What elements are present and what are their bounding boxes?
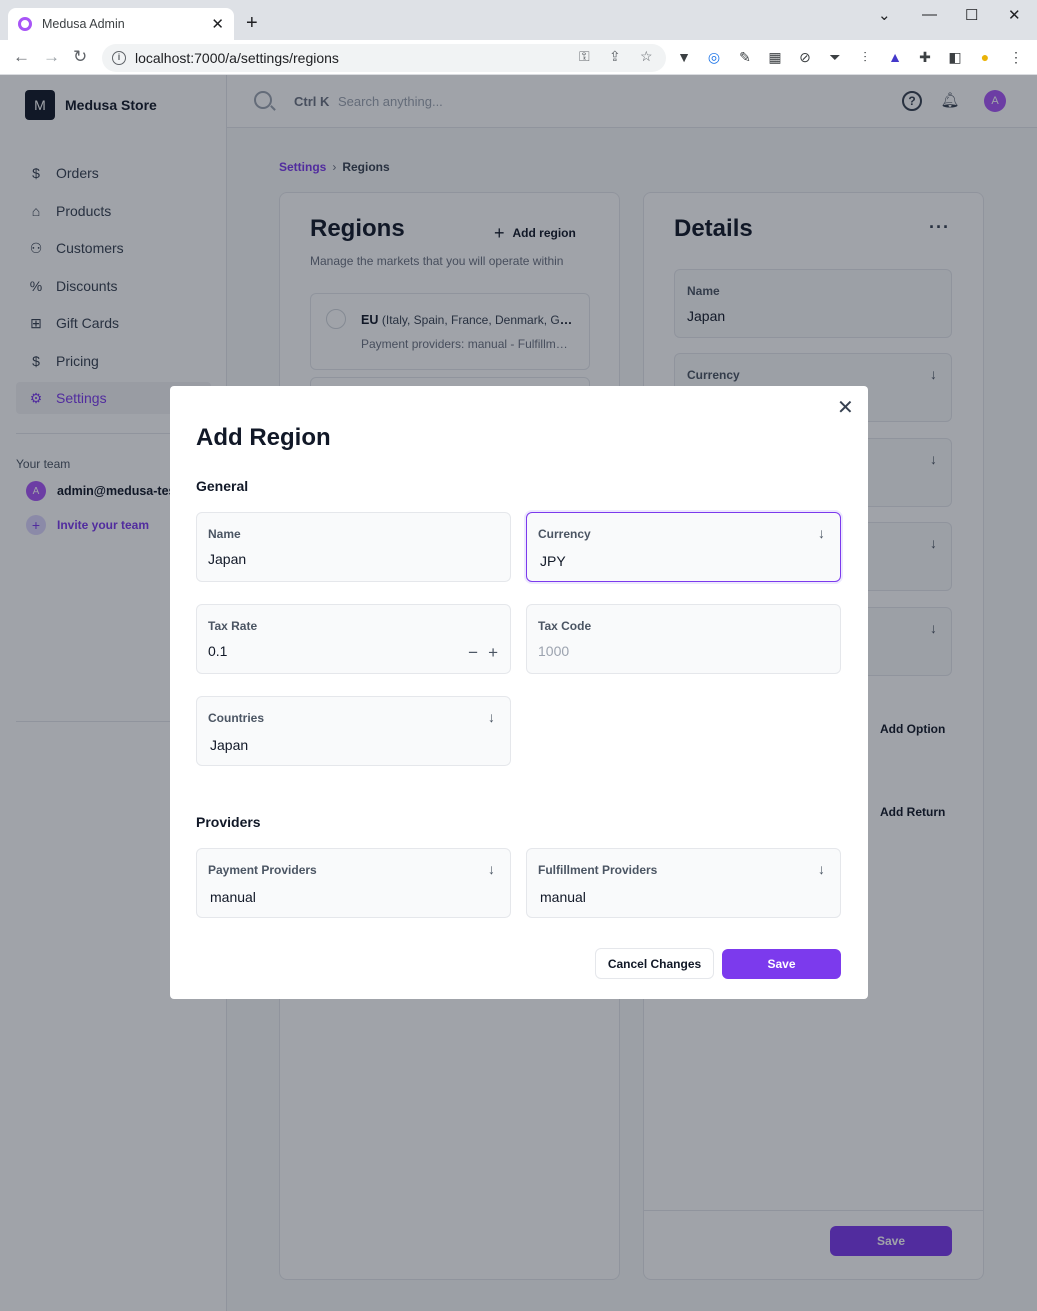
forward-icon[interactable]: → <box>43 47 60 67</box>
countries-select[interactable]: Countries Japan ↓ <box>196 696 511 766</box>
countries-value: Japan <box>210 737 249 753</box>
browser-tab[interactable]: Medusa Admin ✕ <box>8 8 234 40</box>
browser-tab-bar: Medusa Admin ✕ + ⌄ — ☐ ✕ <box>0 0 1037 40</box>
general-section-heading: General <box>196 478 249 494</box>
tax-rate-stepper: − + <box>458 643 498 663</box>
fulfillment-providers-select[interactable]: Fulfillment Providers manual ↓ <box>526 848 841 918</box>
site-info-icon[interactable]: i <box>112 51 126 65</box>
extension-circle-icon[interactable]: ◎ <box>706 49 722 65</box>
extension-eyedropper-icon[interactable]: ✎ <box>737 49 753 65</box>
arrow-down-icon: ↓ <box>818 861 825 877</box>
modal-title: Add Region <box>196 424 331 451</box>
add-region-modal: ✕ Add Region General Name Japan Currency… <box>170 386 868 999</box>
payment-providers-value: manual <box>210 889 256 905</box>
field-label: Tax Code <box>538 619 592 633</box>
extension-filter-icon[interactable]: ⏷ <box>827 49 843 65</box>
arrow-down-icon: ↓ <box>488 709 495 725</box>
plus-icon[interactable]: + <box>488 643 498 662</box>
close-tab-icon[interactable]: ✕ <box>211 15 224 33</box>
tax-rate-field[interactable]: Tax Rate 0.1 − + <box>196 604 511 674</box>
field-label: Countries <box>208 711 265 725</box>
currency-select[interactable]: Currency JPY ↓ <box>526 512 841 582</box>
back-icon[interactable]: ← <box>13 47 30 67</box>
minimize-icon[interactable]: — <box>922 6 937 23</box>
close-icon[interactable]: ✕ <box>837 398 854 418</box>
field-label: Payment Providers <box>208 863 317 877</box>
side-panel-icon[interactable]: ◧ <box>947 49 963 65</box>
payment-providers-select[interactable]: Payment Providers manual ↓ <box>196 848 511 918</box>
extensions-puzzle-icon[interactable]: ✚ <box>917 49 933 65</box>
address-bar-row: ← → ↻ i localhost:7000/a/settings/region… <box>0 40 1037 75</box>
bookmark-star-icon[interactable]: ☆ <box>640 48 653 65</box>
cancel-changes-button[interactable]: Cancel Changes <box>595 948 714 979</box>
tax-code-field[interactable]: Tax Code 1000 <box>526 604 841 674</box>
name-field[interactable]: Name Japan <box>196 512 511 582</box>
extension-grad-icon[interactable]: ▲ <box>887 49 903 65</box>
browser-menu-icon[interactable]: ⋮ <box>1008 49 1024 65</box>
extension-vue-icon[interactable]: ▼ <box>676 49 692 65</box>
share-icon[interactable]: ⇪ <box>609 48 621 65</box>
reload-icon[interactable]: ↻ <box>73 47 87 67</box>
save-button[interactable]: Save <box>722 949 841 979</box>
url-text: localhost:7000/a/settings/regions <box>135 50 339 66</box>
tab-search-icon[interactable]: ⌄ <box>878 6 891 24</box>
close-window-icon[interactable]: ✕ <box>1008 6 1021 24</box>
key-icon[interactable]: ⚿ <box>579 48 590 65</box>
name-input[interactable]: Japan <box>208 551 246 567</box>
new-tab-icon[interactable]: + <box>246 12 258 35</box>
arrow-down-icon: ↓ <box>818 525 825 541</box>
field-label: Tax Rate <box>208 619 258 633</box>
profile-icon[interactable]: ● <box>977 49 993 65</box>
field-label: Name <box>208 527 241 541</box>
currency-value: JPY <box>540 553 566 569</box>
extension-qr-icon[interactable]: ▦ <box>767 49 783 65</box>
browser-tab-title: Medusa Admin <box>42 17 125 31</box>
providers-section-heading: Providers <box>196 814 261 830</box>
field-label: Currency <box>538 527 591 541</box>
extension-sliders-icon[interactable]: ⫶ <box>857 49 873 65</box>
arrow-down-icon: ↓ <box>488 861 495 877</box>
minus-icon[interactable]: − <box>468 643 478 662</box>
extension-block-icon[interactable]: ⊘ <box>797 49 813 65</box>
maximize-icon[interactable]: ☐ <box>965 6 978 24</box>
field-label: Fulfillment Providers <box>538 863 658 877</box>
fulfillment-providers-value: manual <box>540 889 586 905</box>
medusa-favicon-icon <box>18 17 32 31</box>
tax-code-input[interactable]: 1000 <box>538 643 569 659</box>
tax-rate-input[interactable]: 0.1 <box>208 643 227 659</box>
